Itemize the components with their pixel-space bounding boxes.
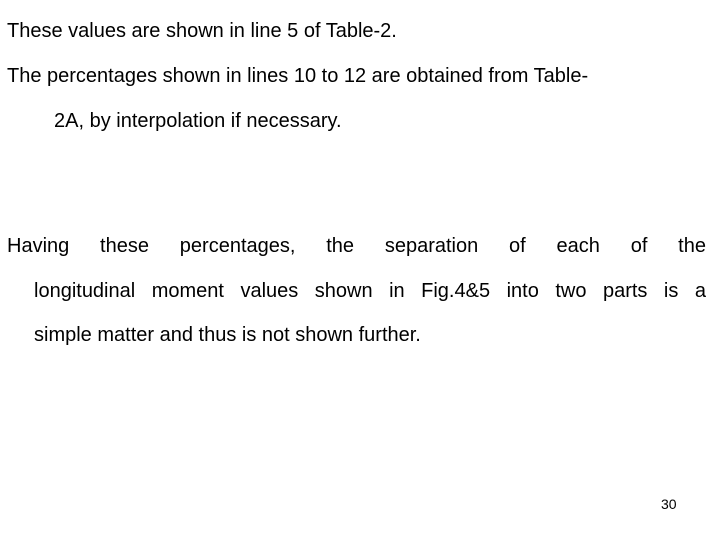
paragraph-2-line-2: 2A, by interpolation if necessary. [54, 110, 342, 132]
page-number: 30 [661, 496, 677, 512]
paragraph-3-line-3: simple matter and thus is not shown furt… [34, 324, 421, 346]
paragraph-2-line-1: The percentages shown in lines 10 to 12 … [7, 65, 589, 87]
paragraph-3-line-2: longitudinal moment values shown in Fig.… [34, 280, 706, 302]
paragraph-1-line-1: These values are shown in line 5 of Tabl… [7, 20, 397, 42]
paragraph-3-line-1: Having these percentages, the separation… [7, 235, 706, 257]
